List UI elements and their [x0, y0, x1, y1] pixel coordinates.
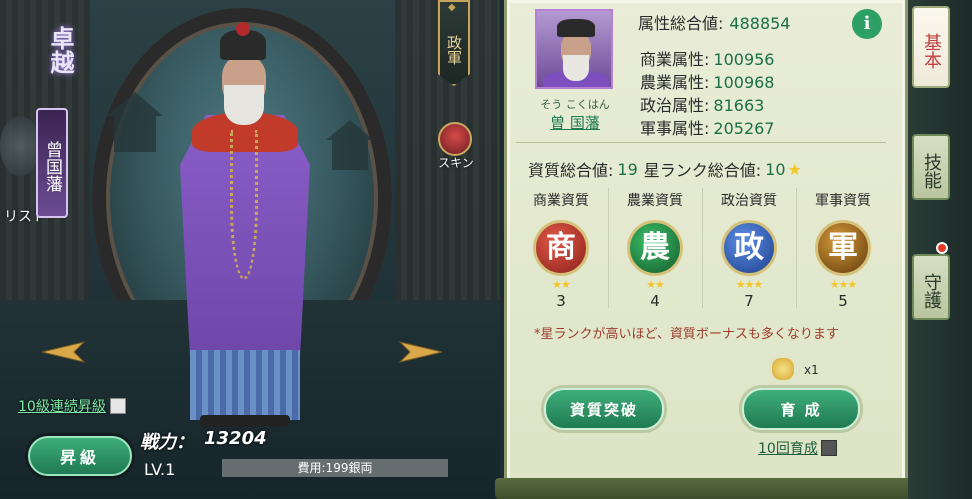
stat-value: 81663 [713, 96, 765, 115]
levelup-button[interactable]: 昇級 [28, 436, 132, 476]
aptitude-military[interactable]: 軍事資質 軍 ★★★ 5 [798, 190, 888, 310]
tab-guardian[interactable]: 守護 [912, 254, 950, 320]
aptitude-stars: ★★ [552, 278, 571, 291]
stat-label: 政治属性: [640, 96, 710, 115]
bulk-levelup-checkbox[interactable] [109, 398, 126, 414]
column-separator [796, 188, 797, 308]
politics-emblem-icon: 政 [721, 220, 777, 276]
quality-total-label: 資質総合値: [528, 161, 614, 180]
stat-politics: 政治属性: 81663 [640, 92, 764, 116]
stat-value: 205267 [713, 119, 775, 138]
bulk-levelup-label[interactable]: 10級連続昇級 [18, 396, 106, 416]
hero-name-reading: そう こくはん [540, 98, 610, 111]
power-label: 戦力： [140, 432, 194, 453]
star-rank-label: 星ランク総合値: [643, 161, 762, 180]
panel-scroll-rod [495, 478, 917, 499]
training-item-icon [772, 358, 794, 380]
stat-label: 軍事属性: [640, 119, 710, 138]
stat-label: 商業属性: [640, 50, 710, 69]
quality-breakthrough-button[interactable]: 資質突破 [544, 388, 664, 430]
total-attributes: 属性総合値: 488854 [638, 10, 790, 34]
stat-value: 100956 [713, 50, 775, 69]
total-attributes-value: 488854 [729, 14, 791, 33]
stat-military: 軍事属性: 205267 [640, 115, 774, 139]
next-hero-arrow[interactable] [398, 340, 444, 364]
aptitude-value: 7 [744, 292, 754, 310]
training-item-count: x1 [804, 363, 819, 377]
star-rank-value: 10 [765, 159, 786, 179]
aptitude-header: 軍事資質 [815, 193, 871, 209]
aptitude-value: 4 [650, 292, 660, 310]
train-button[interactable]: 育 成 [742, 388, 860, 430]
stat-label: 農業属性: [640, 73, 710, 92]
ten-train-label[interactable]: 10回育成 [758, 438, 818, 458]
hero-character[interactable] [170, 22, 320, 430]
stat-value: 100968 [713, 73, 775, 92]
aptitude-value: 3 [556, 292, 566, 310]
tab-skills[interactable]: 技能 [912, 134, 950, 200]
prev-hero-arrow[interactable] [40, 340, 86, 364]
aptitude-politics[interactable]: 政治資質 政 ★★★ 7 [704, 190, 794, 310]
power-value: 13204 [204, 428, 267, 449]
hero-level: LV.1 [144, 460, 176, 479]
section-divider [516, 142, 886, 143]
ten-train-checkbox[interactable] [820, 440, 837, 456]
aptitude-header: 農業資質 [627, 193, 683, 209]
hero-beard [224, 85, 264, 125]
agriculture-emblem-icon: 農 [627, 220, 683, 276]
hero-name-vertical: 曾国藩 [36, 108, 68, 218]
portrait-hat [557, 19, 595, 37]
tab-basic[interactable]: 基本 [912, 6, 950, 88]
notification-dot-icon [936, 242, 948, 254]
hero-portrait [535, 9, 613, 89]
quality-summary: 資質総合値: 19 星ランク総合値: 10 ★ [528, 157, 802, 181]
hero-boots [200, 415, 290, 427]
hero-prayer-beads [230, 130, 258, 280]
stat-agriculture: 農業属性: 100968 [640, 69, 774, 93]
total-attributes-label: 属性総合値: [638, 14, 724, 33]
tag-ornament-icon: ◆ [448, 2, 456, 13]
hero-scene: リスト 卓越 曾国藩 政軍 ◆ スキン [0, 0, 500, 499]
column-separator [702, 188, 703, 308]
aptitude-header: 商業資質 [533, 193, 589, 209]
combat-power: 戦力： 13204 [140, 428, 267, 454]
commerce-emblem-icon: 商 [533, 220, 589, 276]
aptitude-agriculture[interactable]: 農業資質 農 ★★ 4 [610, 190, 700, 310]
hero-robe-hem [190, 350, 300, 420]
skin-button[interactable]: スキン [428, 122, 484, 178]
arrow-left-icon [41, 341, 86, 363]
star-icon: ★ [787, 159, 802, 179]
aptitude-commerce[interactable]: 商業資質 商 ★★ 3 [516, 190, 606, 310]
hero-name-banner: 卓越 曾国藩 [30, 10, 78, 218]
aptitude-stars: ★★★ [735, 278, 764, 291]
aptitude-header: 政治資質 [721, 193, 777, 209]
bulk-levelup-toggle[interactable]: 10級連続昇級 [18, 396, 126, 416]
levelup-cost: 費用:199銀両 [222, 459, 448, 477]
hero-name-link[interactable]: 曽 国藩 [539, 112, 611, 133]
info-icon[interactable]: i [852, 9, 882, 39]
aptitude-stars: ★★ [646, 278, 665, 291]
stat-commerce: 商業属性: 100956 [640, 46, 774, 70]
ten-train-toggle[interactable]: 10回育成 [758, 438, 837, 458]
skin-label: スキン [438, 156, 474, 170]
military-emblem-icon: 軍 [815, 220, 871, 276]
hero-hat-knob [236, 22, 250, 36]
quality-total-value: 19 [617, 159, 638, 179]
portrait-beard [563, 55, 589, 81]
rarity-title: 卓越 [46, 26, 75, 74]
arrow-right-icon [398, 341, 443, 363]
column-separator [608, 188, 609, 308]
aptitude-stars: ★★★ [829, 278, 858, 291]
skin-hat-icon [438, 122, 472, 156]
star-rank-note: *星ランクが高いほど、資質ボーナスも多くなります [534, 327, 839, 342]
aptitude-value: 5 [838, 292, 848, 310]
